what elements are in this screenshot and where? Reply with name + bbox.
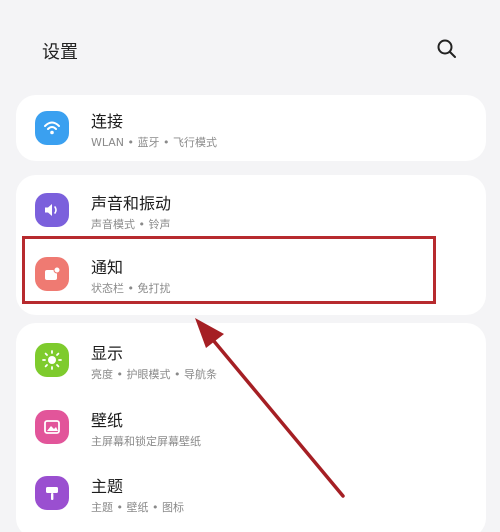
arrow-annotation: [195, 318, 345, 498]
settings-screen: 设置 连接 WLAN • 蓝牙 • 飞行模式 声音和振动 声音模式 • 铃声 通…: [0, 0, 500, 532]
